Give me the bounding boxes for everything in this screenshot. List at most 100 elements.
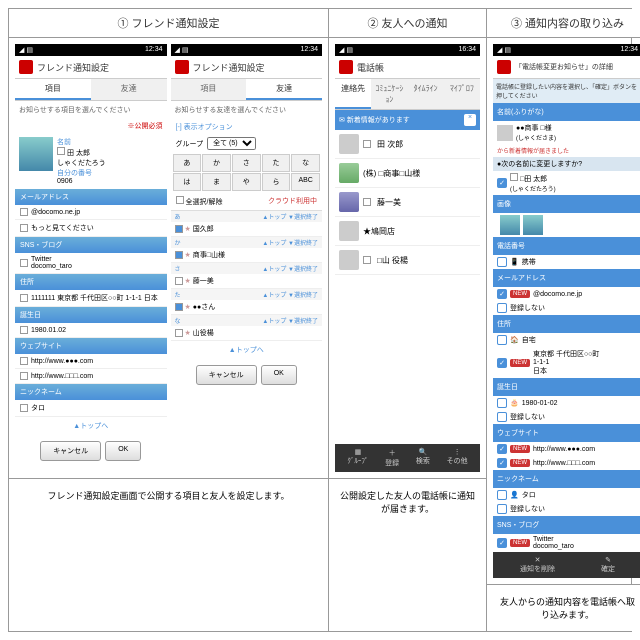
col-1-phones: ◢ ▤12:34 フレンド通知設定 項目 友達 お知らせする項目を選んでください… bbox=[9, 38, 328, 478]
new-info-banner[interactable]: ✉ 新着情報があります× bbox=[335, 110, 480, 130]
friend-list: あ▲トップ ▼選択終了 ★国久郎 か▲トップ ▼選択終了 ★商事□山様 さ▲トッ… bbox=[171, 210, 323, 341]
col-3-phones: ◢ ▤12:34 「電話帳変更お知らせ」の詳細 電話帳に登録したい内容を選択し、… bbox=[487, 38, 640, 584]
mail-row[interactable]: @docomo.ne.jp bbox=[15, 205, 167, 220]
ok-button[interactable]: OK bbox=[105, 441, 141, 461]
group-select-row: グループ全て (5) bbox=[171, 135, 323, 152]
confirm-button[interactable]: ✎確定 bbox=[601, 556, 615, 574]
tab[interactable]: 連絡先 bbox=[335, 79, 371, 109]
app-title: 電話帳 bbox=[357, 61, 384, 74]
friend-row[interactable]: ★山役楊 bbox=[171, 326, 323, 341]
friend-row[interactable]: ★商事□山様 bbox=[171, 248, 323, 263]
app-title: フレンド通知設定 bbox=[37, 61, 109, 74]
web-row2[interactable]: NEWhttp://www.□□□.com bbox=[493, 456, 640, 470]
key[interactable]: あ bbox=[173, 154, 202, 172]
tab-items[interactable]: 項目 bbox=[15, 79, 91, 100]
tab-items[interactable]: 項目 bbox=[171, 79, 247, 100]
newname-row[interactable]: □田 太郎(しゃくだたろう) bbox=[493, 171, 640, 195]
from-text: から新着情報が届きました bbox=[493, 144, 640, 157]
key[interactable]: や bbox=[232, 173, 261, 191]
addr-home-row[interactable]: 🏠自宅 bbox=[493, 333, 640, 347]
nick-row[interactable]: タロ bbox=[15, 400, 167, 417]
phone-detail: ◢ ▤12:34 「電話帳変更お知らせ」の詳細 電話帳に登録したい内容を選択し、… bbox=[493, 44, 640, 578]
toggle-row: 全選択/解除クラウド利用中 bbox=[171, 193, 323, 210]
addr-row[interactable]: NEW東京都 千代田区○○町 1-1-1 日本 bbox=[493, 347, 640, 378]
tab-friends[interactable]: 友達 bbox=[246, 79, 322, 100]
contact-row[interactable]: □山 役楊 bbox=[335, 246, 480, 275]
name-checkbox[interactable] bbox=[57, 147, 65, 155]
select-all-checkbox[interactable] bbox=[176, 196, 184, 204]
top-link[interactable]: ▲トップへ bbox=[15, 417, 167, 435]
profile-kana: しゃくだたろう bbox=[57, 158, 163, 168]
bottom-icon[interactable]: ＋登録 bbox=[385, 448, 399, 468]
tab-friends[interactable]: 友達 bbox=[91, 79, 167, 100]
col-3-header: ③ 通知内容の取り込み bbox=[487, 9, 640, 38]
image-thumb-icon bbox=[500, 215, 520, 235]
friend-row[interactable]: ★●●さん bbox=[171, 300, 323, 315]
tab[interactable]: ﾀｲﾑﾗｲﾝ bbox=[408, 79, 444, 109]
key[interactable]: は bbox=[173, 173, 202, 191]
contact-row[interactable]: ★鳩岡店 bbox=[335, 217, 480, 246]
nick-row[interactable]: 👤タロ bbox=[493, 488, 640, 502]
phone-row[interactable]: 📱携帯 bbox=[493, 255, 640, 269]
app-logo-icon bbox=[175, 60, 189, 74]
select-all-label: 全選択/解除 bbox=[186, 199, 223, 206]
key[interactable]: さ bbox=[232, 154, 261, 172]
image-thumb-icon bbox=[523, 215, 543, 235]
key[interactable]: ABC bbox=[291, 173, 320, 191]
hint-text: お知らせする項目を選んでください bbox=[15, 101, 167, 119]
section-nick: ニックネーム bbox=[493, 470, 640, 488]
phone-items: ◢ ▤12:34 フレンド通知設定 項目 友達 お知らせする項目を選んでください… bbox=[15, 44, 167, 472]
profile-num: 0906 bbox=[57, 178, 163, 185]
avatar-icon bbox=[339, 163, 359, 183]
contact-row[interactable]: 藤一美 bbox=[335, 188, 480, 217]
cancel-button[interactable]: キャンセル bbox=[196, 365, 257, 385]
tab[interactable]: ﾏｲﾌﾟﾛﾌ bbox=[444, 79, 480, 109]
avatar-icon bbox=[339, 134, 359, 154]
mail-row[interactable]: NEW@docomo.ne.jp bbox=[493, 287, 640, 301]
sns-row[interactable]: NEWTwitterdocomo_taro bbox=[493, 534, 640, 552]
group-select[interactable]: 全て (5) bbox=[207, 137, 256, 150]
key[interactable]: な bbox=[291, 154, 320, 172]
sns-row[interactable]: Twitterdocomo_taro bbox=[15, 253, 167, 274]
cancel-button[interactable]: キャンセル bbox=[40, 441, 101, 461]
image-row[interactable] bbox=[493, 213, 640, 237]
status-bar: ◢ ▤12:34 bbox=[493, 44, 640, 56]
key[interactable]: か bbox=[202, 154, 231, 172]
friend-row[interactable]: ★国久郎 bbox=[171, 222, 323, 237]
bday-row[interactable]: 1980.01.02 bbox=[15, 323, 167, 338]
bday-row[interactable]: 🎂1980-01-02 bbox=[493, 396, 640, 410]
key[interactable]: ら bbox=[262, 173, 291, 191]
tabs: 項目 友達 bbox=[15, 79, 167, 101]
key[interactable]: ま bbox=[202, 173, 231, 191]
delete-button[interactable]: ✕通知を削除 bbox=[520, 556, 555, 574]
ok-button[interactable]: OK bbox=[261, 365, 297, 385]
friend-row[interactable]: ★藤一美 bbox=[171, 274, 323, 289]
bottom-icon[interactable]: 🔍検索 bbox=[416, 448, 430, 468]
bottom-icon[interactable]: ⋮その他 bbox=[447, 448, 468, 468]
contact-row[interactable]: 田 次郎 bbox=[335, 130, 480, 159]
avatar-icon bbox=[339, 250, 359, 270]
web-row1[interactable]: NEWhttp://www.●●●.com bbox=[493, 442, 640, 456]
status-bar: ◢ ▤12:34 bbox=[15, 44, 167, 56]
web-row1[interactable]: http://www.●●●.com bbox=[15, 354, 167, 369]
bday-reg-row[interactable]: 登録しない bbox=[493, 410, 640, 424]
mail-row2[interactable]: 登録しない bbox=[493, 301, 640, 315]
tabs: 項目 友達 bbox=[171, 79, 323, 101]
tab[interactable]: ｺﾐｭﾆｹｰｼｮﾝ bbox=[371, 79, 407, 109]
nick-reg-row[interactable]: 登録しない bbox=[493, 502, 640, 516]
num-label: 自分の番号 bbox=[57, 168, 163, 178]
key[interactable]: た bbox=[262, 154, 291, 172]
app-bar: 電話帳 bbox=[335, 56, 480, 79]
display-options[interactable]: [-] 表示オプション bbox=[171, 119, 323, 135]
top-link[interactable]: ▲トップへ bbox=[171, 341, 323, 359]
bottom-actions: ✕通知を削除 ✎確定 bbox=[493, 552, 640, 578]
mail-row2[interactable]: もっと見てください bbox=[15, 220, 167, 237]
section-bday: 誕生日 bbox=[15, 307, 167, 323]
close-icon[interactable]: × bbox=[464, 114, 476, 126]
col-2: ② 友人への通知 ◢ ▤16:34 電話帳 連絡先 ｺﾐｭﾆｹｰｼｮﾝ ﾀｲﾑﾗ… bbox=[329, 9, 487, 631]
contact-row[interactable]: (株) □商事□山様 bbox=[335, 159, 480, 188]
addr-row[interactable]: 1111111 東京都 千代田区○○町 1-1-1 日本 bbox=[15, 290, 167, 307]
bottom-icon[interactable]: ▦ｸﾞﾙｰﾌﾟ bbox=[347, 448, 368, 468]
section-img: 画像 bbox=[493, 195, 640, 213]
web-row2[interactable]: http://www.□□□.com bbox=[15, 369, 167, 384]
